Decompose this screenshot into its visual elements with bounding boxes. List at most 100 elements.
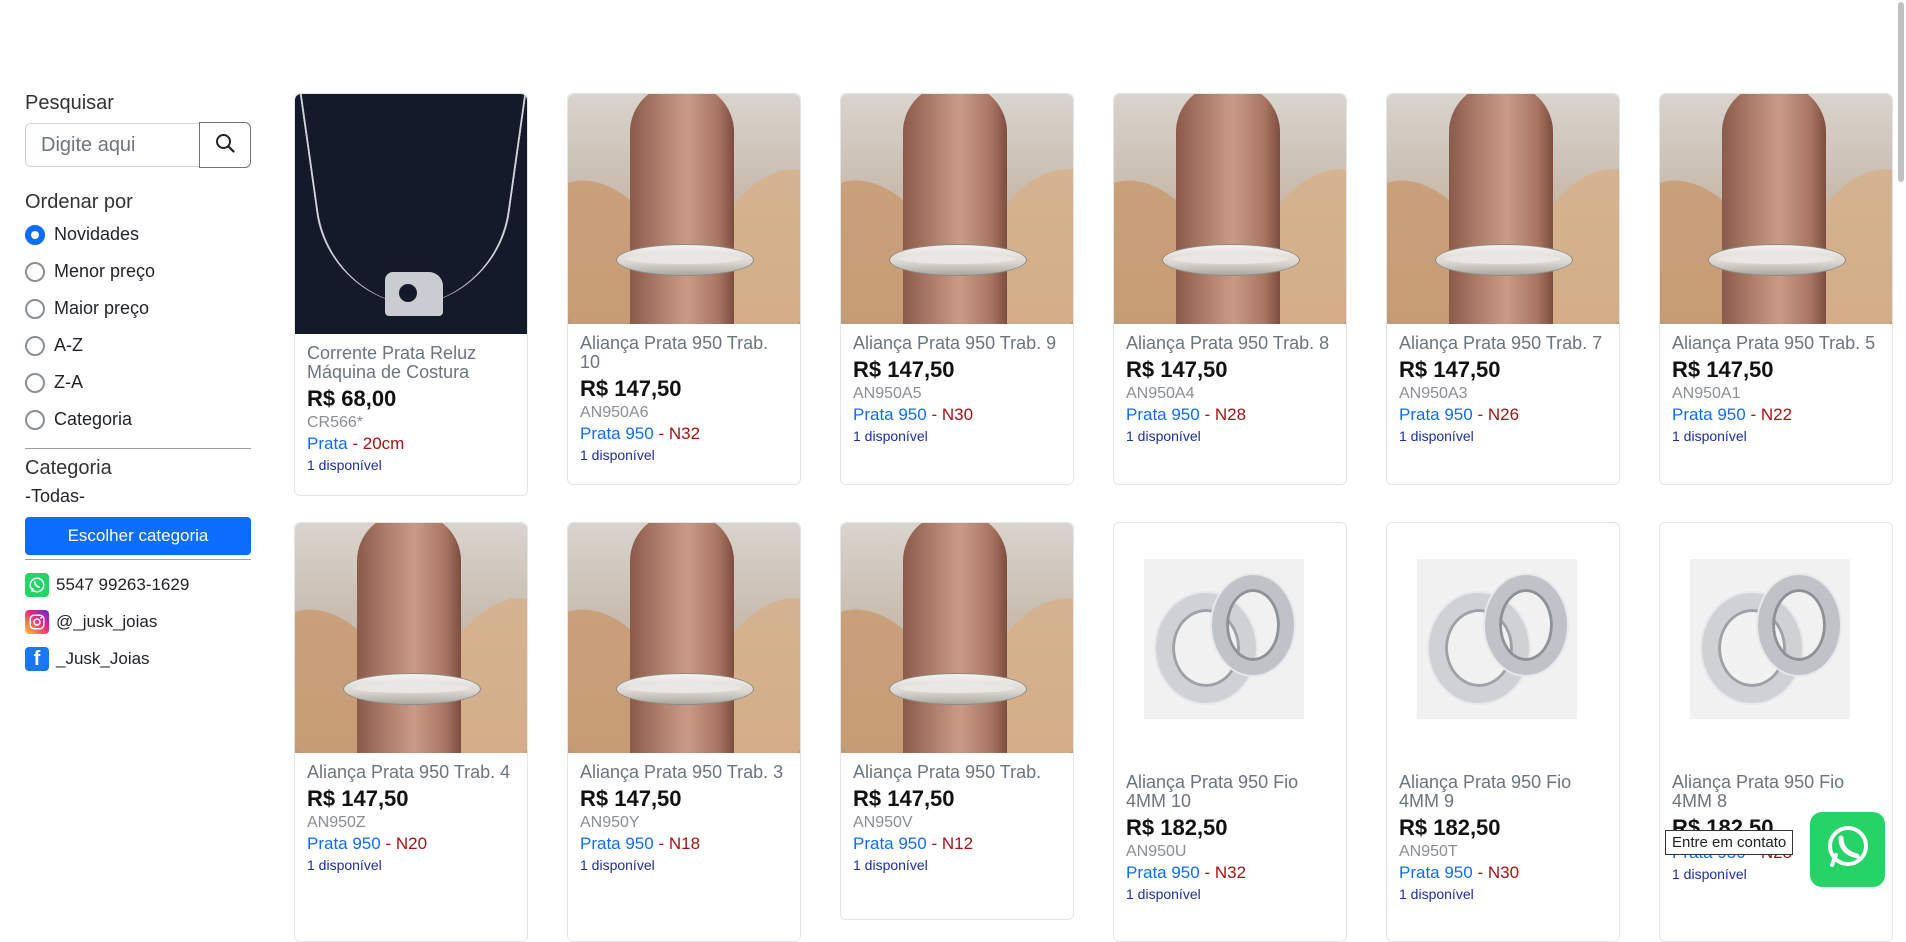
- product-card[interactable]: Aliança Prata 950 Trab. 8 R$ 147,50 AN950A…: [1113, 93, 1347, 485]
- contact-tooltip: Entre em contato: [1665, 830, 1794, 855]
- product-card[interactable]: Aliança Prata 950 Trab. 4 R$ 147,50 AN950Z…: [294, 522, 528, 942]
- product-card[interactable]: Aliança Prata 950 Fio 4MM 9 R$ 182,50 AN95…: [1386, 522, 1620, 942]
- category-current: -Todas-: [25, 486, 86, 506]
- product-image[interactable]: [1660, 94, 1892, 324]
- radio-button[interactable]: [25, 298, 45, 319]
- product-sku: AN950A4: [1126, 385, 1195, 402]
- meta-separator: -: [653, 834, 669, 853]
- product-material: Prata 950: [1126, 863, 1200, 882]
- product-title[interactable]: Aliança Prata 950 Fio 4MM 9: [1399, 773, 1607, 811]
- product-card[interactable]: Aliança Prata 950 Trab. 3 R$ 147,50 AN950Y…: [567, 522, 801, 942]
- product-card[interactable]: Aliança Prata 950 Trab. 10 R$ 147,50 AN950…: [567, 93, 801, 485]
- product-info: Aliança Prata 950 Trab. 10 R$ 147,50 AN950…: [568, 324, 800, 465]
- scrollbar-thumb[interactable]: [1898, 2, 1904, 182]
- product-meta: Prata 950 - N32: [580, 423, 788, 445]
- product-price: R$ 147,50: [853, 357, 955, 382]
- product-availability: 1 disponível: [1672, 428, 1747, 444]
- product-price: R$ 147,50: [1126, 357, 1228, 382]
- sort-option-label: Novidades: [54, 224, 140, 244]
- search-button[interactable]: [199, 122, 251, 168]
- product-sku: AN950A5: [853, 385, 922, 402]
- product-meta: Prata 950 - N32: [1126, 862, 1334, 884]
- product-title[interactable]: Aliança Prata 950 Trab. 10: [580, 334, 788, 372]
- product-info: Aliança Prata 950 Fio 4MM 10 R$ 182,50 AN9…: [1114, 763, 1346, 904]
- search-input[interactable]: [25, 123, 199, 167]
- product-info: Aliança Prata 950 Trab. 4 R$ 147,50 AN950Z…: [295, 753, 527, 875]
- sort-option-label: Z-A: [54, 372, 83, 392]
- product-meta: Prata 950 - N30: [1399, 862, 1607, 884]
- contact-instagram[interactable]: @_jusk_joias: [25, 603, 251, 640]
- product-material: Prata 950: [853, 834, 927, 853]
- sort-option-label: A-Z: [54, 335, 83, 355]
- sort-option[interactable]: Novidades: [25, 216, 251, 253]
- product-sku: CR566*: [307, 414, 364, 431]
- meta-separator: -: [653, 424, 669, 443]
- sort-option[interactable]: Maior preço: [25, 290, 251, 327]
- product-card[interactable]: Aliança Prata 950 Trab. 5 R$ 147,50 AN950A…: [1659, 93, 1893, 485]
- radio-button[interactable]: [25, 335, 45, 356]
- product-sku: AN950A3: [1399, 385, 1468, 402]
- radio-button[interactable]: [25, 224, 45, 245]
- sort-option[interactable]: Z-A: [25, 364, 251, 401]
- product-material: Prata 950: [307, 834, 381, 853]
- choose-category-button[interactable]: Escolher categoria: [25, 517, 251, 555]
- product-meta: Prata 950 - N12: [853, 833, 1061, 855]
- contact-whatsapp[interactable]: 5547 99263-1629: [25, 566, 251, 603]
- product-image[interactable]: [841, 523, 1073, 753]
- radio-button[interactable]: [25, 261, 45, 282]
- product-image[interactable]: [1660, 523, 1892, 763]
- sort-option[interactable]: A-Z: [25, 327, 251, 364]
- product-title[interactable]: Corrente Prata Reluz Máquina de Costura: [307, 344, 515, 382]
- whatsapp-float-button[interactable]: [1810, 812, 1885, 887]
- product-sku: AN950A6: [580, 404, 649, 421]
- product-image[interactable]: [295, 523, 527, 753]
- product-image[interactable]: [1114, 94, 1346, 324]
- product-card[interactable]: Aliança Prata 950 Trab. 9 R$ 147,50 AN950A…: [840, 93, 1074, 485]
- sort-heading: Ordenar por: [25, 191, 133, 213]
- product-meta: Prata 950 - N30: [853, 404, 1061, 426]
- search-group: [25, 122, 251, 169]
- product-image[interactable]: [841, 94, 1073, 324]
- product-image[interactable]: [568, 523, 800, 753]
- product-meta: Prata 950 - N18: [580, 833, 788, 855]
- product-sku: AN950T: [1399, 843, 1458, 860]
- product-card[interactable]: Aliança Prata 950 Trab. 7 R$ 147,50 AN950A…: [1386, 93, 1620, 485]
- product-image[interactable]: [1114, 523, 1346, 763]
- radio-button[interactable]: [25, 372, 45, 393]
- product-availability: 1 disponível: [580, 447, 655, 463]
- product-card[interactable]: Aliança Prata 950 Fio 4MM 10 R$ 182,50 AN9…: [1113, 522, 1347, 942]
- product-card[interactable]: Corrente Prata Reluz Máquina de Costura R…: [294, 93, 528, 496]
- product-title[interactable]: Aliança Prata 950 Trab.: [853, 763, 1061, 782]
- product-title[interactable]: Aliança Prata 950 Trab. 7: [1399, 334, 1607, 353]
- product-info: Aliança Prata 950 Trab. 3 R$ 147,50 AN950Y…: [568, 753, 800, 875]
- contact-facebook[interactable]: f _Jusk_Joias: [25, 640, 251, 677]
- product-title[interactable]: Aliança Prata 950 Trab. 5: [1672, 334, 1880, 353]
- product-image[interactable]: [1387, 94, 1619, 324]
- radio-button[interactable]: [25, 409, 45, 430]
- product-title[interactable]: Aliança Prata 950 Trab. 9: [853, 334, 1061, 353]
- product-image[interactable]: [295, 94, 527, 334]
- product-info: Aliança Prata 950 Trab. 7 R$ 147,50 AN950A…: [1387, 324, 1619, 446]
- product-size: N12: [941, 834, 974, 853]
- whatsapp-icon: [1822, 821, 1874, 878]
- product-title[interactable]: Aliança Prata 950 Trab. 4: [307, 763, 515, 782]
- product-price: R$ 147,50: [580, 376, 682, 401]
- product-availability: 1 disponível: [580, 857, 655, 873]
- sort-option[interactable]: Menor preço: [25, 253, 251, 290]
- product-title[interactable]: Aliança Prata 950 Fio 4MM 8: [1672, 773, 1880, 811]
- meta-separator: -: [1745, 405, 1761, 424]
- product-size: N32: [1214, 863, 1247, 882]
- product-sku: AN950V: [853, 814, 913, 831]
- product-card[interactable]: Aliança Prata 950 Trab. R$ 147,50 AN950V Pr…: [840, 522, 1074, 920]
- product-availability: 1 disponível: [1126, 428, 1201, 444]
- product-availability: 1 disponível: [1126, 886, 1201, 902]
- sort-option[interactable]: Categoria: [25, 401, 251, 438]
- product-image[interactable]: [1387, 523, 1619, 763]
- product-title[interactable]: Aliança Prata 950 Trab. 3: [580, 763, 788, 782]
- product-title[interactable]: Aliança Prata 950 Trab. 8: [1126, 334, 1334, 353]
- product-material: Prata 950: [580, 834, 654, 853]
- product-image[interactable]: [568, 94, 800, 324]
- product-title[interactable]: Aliança Prata 950 Fio 4MM 10: [1126, 773, 1334, 811]
- meta-separator: -: [1199, 405, 1215, 424]
- product-sku: AN950A1: [1672, 385, 1741, 402]
